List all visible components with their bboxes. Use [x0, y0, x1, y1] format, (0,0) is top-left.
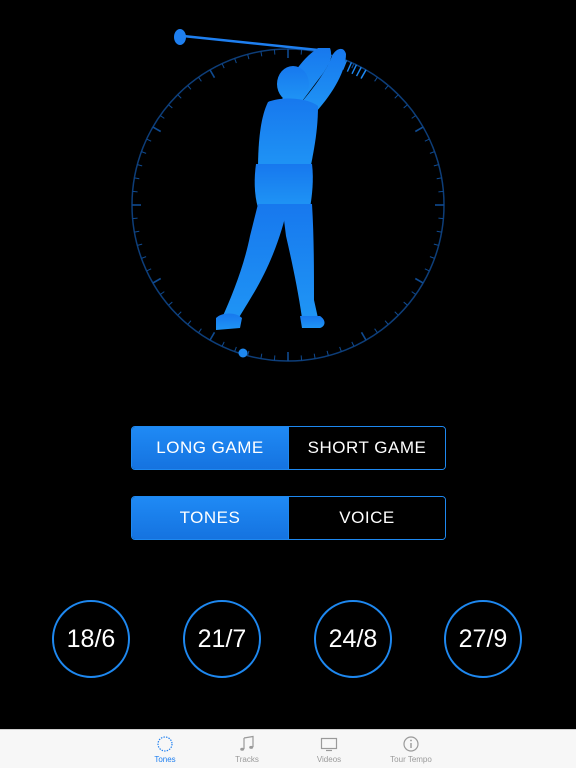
dial-tick [360, 331, 367, 341]
dial-tick [198, 76, 202, 82]
tempo-ratio-button-27-9[interactable]: 27/9 [444, 600, 522, 678]
dial-tick [351, 63, 355, 69]
dial-tick [260, 51, 263, 57]
dial-tick [159, 291, 165, 295]
tab-label: Videos [316, 755, 342, 764]
dial-tick [134, 230, 140, 233]
tab-bar: Tones Tracks Videos Tour Tempo [0, 729, 576, 768]
dial-start-marker [238, 348, 248, 358]
dial-active-tick [355, 66, 362, 77]
tempo-ratio-button-18-6[interactable]: 18/6 [52, 600, 130, 678]
dial-tick [177, 311, 182, 316]
dial-tick [137, 164, 143, 167]
tab-label: Tracks [235, 755, 259, 764]
dial-tick [260, 353, 263, 359]
dial-tick [234, 346, 237, 352]
tab-tracks[interactable]: Tracks [206, 730, 288, 768]
dial-tick [374, 76, 378, 82]
game-mode-selector: LONG GAME SHORT GAME [131, 426, 446, 470]
dial-tick [411, 115, 417, 119]
dial-tick [414, 126, 424, 133]
golfer-silhouette [216, 48, 346, 330]
dial-tick [414, 277, 424, 284]
dial-tick [152, 126, 162, 133]
dial-tick [134, 177, 140, 180]
tab-tour-tempo[interactable]: Tour Tempo [370, 730, 452, 768]
dial-tick [429, 256, 435, 259]
dial-tick [177, 94, 182, 99]
dial-tick [209, 69, 216, 79]
dial-tick [394, 311, 399, 316]
dial-tick [159, 115, 165, 119]
dial-tick [146, 268, 152, 272]
dial-tick [198, 328, 202, 334]
dial-tick [221, 341, 225, 347]
dial-tick [403, 301, 408, 306]
short-game-option[interactable]: SHORT GAME [288, 427, 445, 469]
tv-icon [320, 737, 338, 752]
dial-tick [374, 328, 378, 334]
dial-tick [247, 350, 250, 356]
dial-tick [429, 151, 435, 154]
tab-label: Tour Tempo [390, 755, 432, 764]
dial-tick [433, 164, 439, 167]
golf-club-head [174, 29, 186, 45]
dial-tick [384, 320, 389, 325]
dial-tick [187, 85, 192, 90]
golf-club-shaft [182, 34, 319, 52]
music-note-icon [240, 735, 254, 751]
dial-tick [436, 177, 442, 180]
dial-active-tick [360, 69, 367, 79]
dial-tick [326, 350, 329, 356]
dial-tick [247, 54, 250, 60]
dial-tick [384, 85, 389, 90]
dial-tick [351, 341, 355, 347]
tab-videos[interactable]: Videos [288, 730, 370, 768]
dial-tick [141, 256, 147, 259]
dial-tick [403, 104, 408, 109]
dial-tick [394, 94, 399, 99]
tones-option[interactable]: TONES [132, 497, 288, 539]
tab-label: Tones [154, 755, 176, 764]
dial-tick [137, 243, 143, 246]
dial-tick [424, 268, 430, 272]
dial-tick [209, 331, 216, 341]
dial-tick [141, 151, 147, 154]
long-game-option[interactable]: LONG GAME [132, 427, 288, 469]
dial-tick [187, 320, 192, 325]
dial-tick [411, 291, 417, 295]
dial-tick [152, 277, 162, 284]
dial-tick [234, 58, 237, 64]
dial-tick [313, 353, 316, 359]
tempo-ratio-button-21-7[interactable]: 21/7 [183, 600, 261, 678]
dial-tick [146, 138, 152, 142]
tab-tones[interactable]: Tones [124, 730, 206, 768]
info-icon [403, 736, 419, 752]
dial-tick [168, 104, 173, 109]
dial-tick [424, 138, 430, 142]
dial-tick [221, 63, 225, 69]
swing-tempo-dial [131, 29, 445, 362]
voice-option[interactable]: VOICE [288, 497, 445, 539]
dial-icon [157, 736, 173, 752]
dial-tick [339, 346, 342, 352]
dial-active-tick [346, 62, 353, 72]
dial-tick [436, 230, 442, 233]
dial-tick [433, 243, 439, 246]
dial-tick [168, 301, 173, 306]
tempo-ratio-button-24-8[interactable]: 24/8 [314, 600, 392, 678]
audio-mode-selector: TONES VOICE [131, 496, 446, 540]
